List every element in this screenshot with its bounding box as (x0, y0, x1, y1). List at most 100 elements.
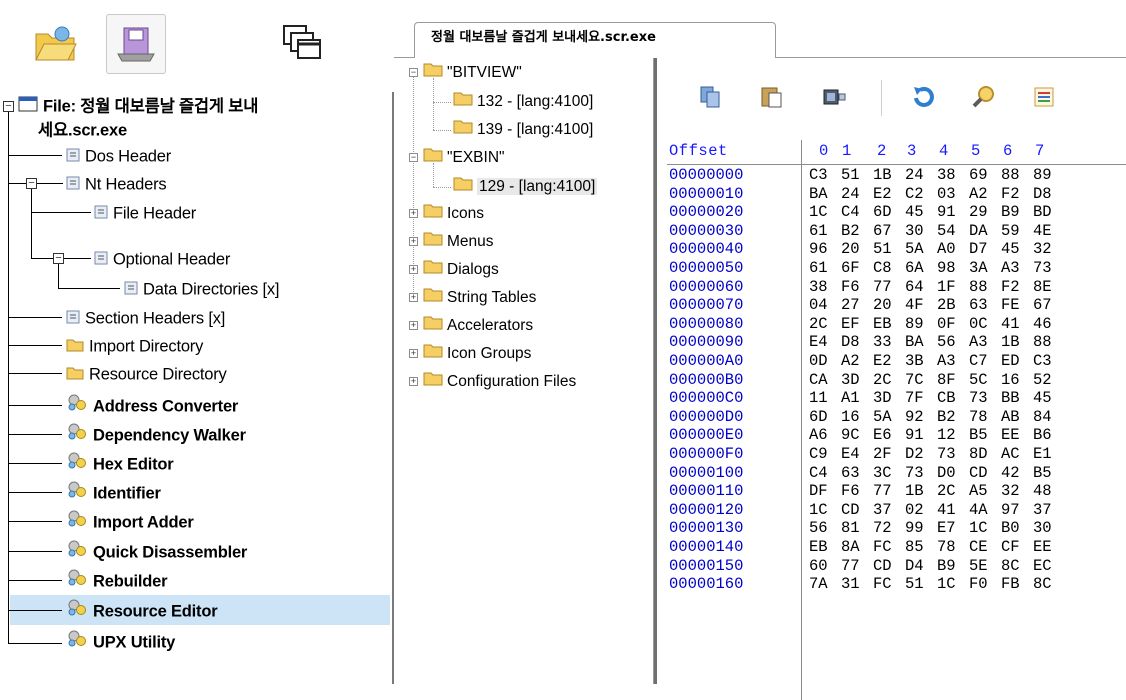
hex-byte[interactable]: EB (809, 538, 828, 557)
tree-item-rebuilder[interactable]: Rebuilder (66, 567, 167, 595)
hex-byte[interactable]: 5A (873, 408, 892, 427)
hex-row[interactable]: 00000050 61 6F C8 6A 98 3A A3 73 (667, 259, 1126, 278)
hex-byte[interactable]: E4 (841, 445, 860, 464)
hex-byte[interactable]: 33 (873, 333, 892, 352)
hex-byte[interactable]: A2 (841, 352, 860, 371)
export-button[interactable] (821, 84, 847, 110)
hex-byte[interactable]: CD (873, 557, 892, 576)
hex-byte[interactable]: C4 (809, 464, 828, 483)
res-item-accelerators[interactable]: Accelerators (423, 313, 533, 339)
hex-byte[interactable]: 6D (809, 408, 828, 427)
hex-byte[interactable]: 78 (969, 408, 988, 427)
hex-byte[interactable]: D8 (841, 333, 860, 352)
hex-byte[interactable]: D8 (1033, 185, 1052, 204)
hex-row[interactable]: 00000030 61 B2 67 30 54 DA 59 4E (667, 222, 1126, 241)
res-item-exbin[interactable]: "EXBIN" (423, 145, 505, 171)
hex-byte[interactable]: 2C (873, 371, 892, 390)
hex-byte[interactable]: 89 (1033, 166, 1052, 185)
hex-byte[interactable]: 2C (937, 482, 956, 501)
res-item-139[interactable]: 139 - [lang:4100] (453, 117, 593, 143)
hex-byte[interactable]: 77 (873, 482, 892, 501)
hex-row[interactable]: 00000070 04 27 20 4F 2B 63 FE 67 (667, 296, 1126, 315)
hex-byte[interactable]: 5E (969, 557, 988, 576)
hex-byte[interactable]: 37 (1033, 501, 1052, 520)
hex-byte[interactable]: D7 (969, 240, 988, 259)
hex-byte[interactable]: 45 (1033, 389, 1052, 408)
hex-byte[interactable]: C3 (1033, 352, 1052, 371)
hex-byte[interactable]: E7 (937, 519, 956, 538)
hex-byte[interactable]: 6F (841, 259, 860, 278)
refresh-button[interactable] (911, 84, 937, 110)
hex-row[interactable]: 00000090 E4 D8 33 BA 56 A3 1B 88 (667, 333, 1126, 352)
hex-byte[interactable]: E4 (809, 333, 828, 352)
hex-byte[interactable]: 8A (841, 538, 860, 557)
hex-byte[interactable]: D0 (937, 464, 956, 483)
hex-byte[interactable]: 1C (809, 203, 828, 222)
hex-byte[interactable]: 56 (937, 333, 956, 352)
hex-byte[interactable]: 3C (873, 464, 892, 483)
hex-byte[interactable]: CF (1001, 538, 1020, 557)
hex-byte[interactable]: 73 (937, 445, 956, 464)
hex-byte[interactable]: 11 (809, 389, 828, 408)
hex-byte[interactable]: 5A (905, 240, 924, 259)
hex-byte[interactable]: 1B (1001, 333, 1020, 352)
hex-byte[interactable]: 1F (937, 278, 956, 297)
hex-byte[interactable]: 45 (905, 203, 924, 222)
hex-byte[interactable]: 42 (1001, 464, 1020, 483)
tree-item-upx-utility[interactable]: UPX Utility (66, 628, 175, 656)
hex-byte[interactable]: FE (1001, 296, 1020, 315)
hex-row[interactable]: 00000010 BA 24 E2 C2 03 A2 F2 D8 (667, 185, 1126, 204)
hex-byte[interactable]: 88 (1033, 333, 1052, 352)
hex-byte[interactable]: 7C (905, 371, 924, 390)
hex-byte[interactable]: 51 (905, 575, 924, 594)
tree-item-file-header[interactable]: File Header (94, 199, 196, 227)
hex-byte[interactable]: 85 (905, 538, 924, 557)
hex-byte[interactable]: CA (809, 371, 828, 390)
hex-byte[interactable]: BA (905, 333, 924, 352)
hex-byte[interactable]: 5C (969, 371, 988, 390)
collapse-root-toggle[interactable]: − (3, 101, 14, 112)
hex-byte[interactable]: 0D (809, 352, 828, 371)
hex-row[interactable]: 00000110 DF F6 77 1B 2C A5 32 48 (667, 482, 1126, 501)
tree-item-resource-directory[interactable]: Resource Directory (66, 360, 227, 388)
hex-row[interactable]: 00000060 38 F6 77 64 1F 88 F2 8E (667, 278, 1126, 297)
hex-byte[interactable]: 29 (969, 203, 988, 222)
hex-byte[interactable]: 3D (841, 371, 860, 390)
tree-item-import-adder[interactable]: Import Adder (66, 508, 194, 536)
hex-byte[interactable]: B0 (1001, 519, 1020, 538)
expand-configuration-files-toggle[interactable]: + (409, 377, 418, 386)
tree-item-data-directories[interactable]: Data Directories [x] (124, 275, 279, 303)
tree-item-dos-header[interactable]: Dos Header (66, 142, 171, 170)
hex-byte[interactable]: B9 (1001, 203, 1020, 222)
hex-byte[interactable]: 04 (809, 296, 828, 315)
hex-byte[interactable]: EF (841, 315, 860, 334)
hex-byte[interactable]: CE (969, 538, 988, 557)
hex-byte[interactable]: 77 (841, 557, 860, 576)
hex-byte[interactable]: A3 (1001, 259, 1020, 278)
hex-byte[interactable]: 41 (937, 501, 956, 520)
hex-byte[interactable]: 96 (809, 240, 828, 259)
expand-dialogs-toggle[interactable]: + (409, 265, 418, 274)
hex-byte[interactable]: 1C (809, 501, 828, 520)
hex-byte[interactable]: BB (1001, 389, 1020, 408)
hex-row[interactable]: 00000120 1C CD 37 02 41 4A 97 37 (667, 501, 1126, 520)
hex-row[interactable]: 00000100 C4 63 3C 73 D0 CD 42 B5 (667, 464, 1126, 483)
res-item-configuration-files[interactable]: Configuration Files (423, 369, 576, 395)
hex-byte[interactable]: 20 (873, 296, 892, 315)
res-item-icon-groups[interactable]: Icon Groups (423, 341, 531, 367)
hex-byte[interactable]: 54 (937, 222, 956, 241)
hex-byte[interactable]: 4A (969, 501, 988, 520)
hex-byte[interactable]: B6 (1033, 426, 1052, 445)
hex-byte[interactable]: 88 (1001, 166, 1020, 185)
hex-byte[interactable]: EE (1001, 426, 1020, 445)
hex-byte[interactable]: 7F (905, 389, 924, 408)
hex-byte[interactable]: C9 (809, 445, 828, 464)
hex-byte[interactable]: 38 (809, 278, 828, 297)
hex-row[interactable]: 00000020 1C C4 6D 45 91 29 B9 BD (667, 203, 1126, 222)
hex-byte[interactable]: A0 (937, 240, 956, 259)
hex-byte[interactable]: 6D (873, 203, 892, 222)
hex-byte[interactable]: CB (937, 389, 956, 408)
hex-byte[interactable]: 0F (937, 315, 956, 334)
hex-byte[interactable]: 84 (1033, 408, 1052, 427)
hex-byte[interactable]: 8C (1001, 557, 1020, 576)
